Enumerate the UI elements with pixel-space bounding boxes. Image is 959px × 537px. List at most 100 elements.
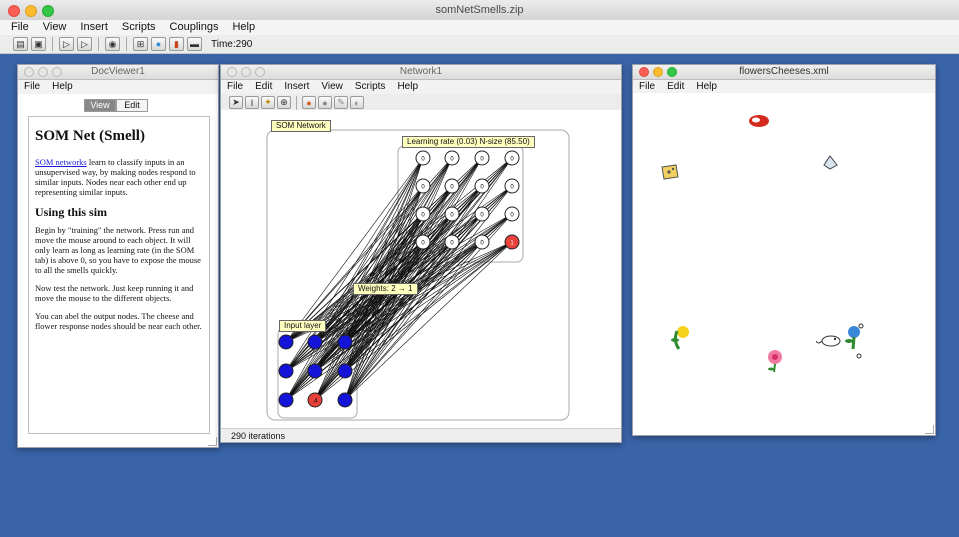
output-node[interactable]: 0: [474, 150, 490, 166]
network-menubar: File Edit Insert View Scripts Help: [221, 80, 621, 94]
output-node[interactable]: 0: [415, 150, 431, 166]
menu-file[interactable]: File: [227, 80, 243, 94]
blue-flower-icon[interactable]: [843, 323, 867, 359]
weight-line: [344, 157, 424, 401]
network-title: Network1: [399, 66, 443, 77]
input-node[interactable]: [307, 334, 323, 350]
status-bar: 290 iterations: [221, 428, 621, 442]
pencil-icon[interactable]: ✎: [334, 96, 348, 109]
output-node[interactable]: 0: [415, 234, 431, 250]
zoom-icon[interactable]: ⊕: [277, 96, 291, 109]
som-networks-link[interactable]: SOM networks: [35, 157, 87, 167]
time-readout: Time:290: [211, 38, 253, 50]
tab-edit[interactable]: Edit: [116, 99, 148, 112]
text-cursor-icon[interactable]: I: [245, 96, 259, 109]
network-canvas[interactable]: 0 0 0 0 0 0 0 0 0 0 0 0 0 0 0 1.4 SOM Network Learning …: [221, 110, 621, 428]
menu-view[interactable]: View: [321, 80, 343, 94]
menu-edit[interactable]: Edit: [255, 80, 272, 94]
app-toolbar: ▤ ▣ ▷ ▷ ◉ ⊞ ● ▮ ▬ Time:290: [0, 35, 959, 54]
toolbar-separator: [296, 95, 297, 110]
menu-scripts[interactable]: Scripts: [122, 20, 156, 35]
blue-cheese-icon[interactable]: [821, 153, 839, 171]
output-node[interactable]: 0: [474, 234, 490, 250]
output-node[interactable]: 0: [415, 178, 431, 194]
active-output-node[interactable]: 1: [504, 234, 520, 250]
output-node[interactable]: 0: [474, 206, 490, 222]
stop-icon[interactable]: ◉: [105, 37, 120, 51]
doc-paragraph: Now test the network. Just keep running …: [35, 283, 194, 303]
world-icon[interactable]: ●: [151, 37, 166, 51]
output-node[interactable]: 0: [444, 150, 460, 166]
menu-file[interactable]: File: [11, 20, 29, 35]
input-node[interactable]: [278, 334, 294, 350]
input-node[interactable]: [307, 363, 323, 379]
menu-help[interactable]: Help: [696, 80, 717, 94]
doc-tabs: View Edit: [84, 99, 148, 112]
menu-couplings[interactable]: Couplings: [170, 20, 219, 35]
output-node[interactable]: 0: [504, 206, 520, 222]
output-node[interactable]: 0: [444, 234, 460, 250]
menu-file[interactable]: File: [24, 80, 40, 94]
input-node[interactable]: [278, 363, 294, 379]
doc-subheading: Using this sim: [35, 205, 108, 219]
doc-heading: SOM Net (Smell): [35, 128, 145, 144]
output-node[interactable]: 0: [504, 178, 520, 194]
play-icon[interactable]: ▷: [77, 37, 92, 51]
image-icon[interactable]: ▬: [187, 37, 202, 51]
learning-rate-label[interactable]: Learning rate (0.03) N-size (85.50): [402, 136, 535, 148]
menu-view[interactable]: View: [43, 20, 67, 35]
step-icon[interactable]: ▷: [59, 37, 74, 51]
world-title: flowersCheeses.xml: [739, 66, 829, 77]
app-menubar: File View Insert Scripts Couplings Help: [0, 20, 959, 35]
app-titlebar: somNetSmells.zip: [0, 0, 959, 21]
som-network-label[interactable]: SOM Network: [271, 120, 331, 132]
toolbar-separator: [126, 37, 127, 51]
pink-flower-icon[interactable]: [765, 349, 785, 373]
output-node[interactable]: 0: [504, 150, 520, 166]
input-node[interactable]: [278, 392, 294, 408]
doc-content: SOM Net (Smell) SOM networks learn to cl…: [28, 116, 210, 434]
chart-icon[interactable]: ▮: [169, 37, 184, 51]
output-node[interactable]: 0: [474, 178, 490, 194]
menu-insert[interactable]: Insert: [284, 80, 309, 94]
weight-connections: [285, 157, 513, 401]
active-input-node[interactable]: .4: [307, 392, 323, 408]
red-cheese-icon[interactable]: [748, 113, 770, 129]
network-graph[interactable]: 0 0 0 00 0 0 00 0 0 00 0 0 1.4: [221, 110, 621, 428]
wand-icon[interactable]: ✦: [261, 96, 275, 109]
select-arrow-icon[interactable]: ➤: [229, 96, 243, 109]
weights-label[interactable]: Weights: 2 → 1: [353, 283, 418, 295]
output-node[interactable]: 0: [444, 178, 460, 194]
input-node[interactable]: [337, 363, 353, 379]
output-node[interactable]: 0: [415, 206, 431, 222]
menu-scripts[interactable]: Scripts: [355, 80, 386, 94]
yellow-cheese-icon[interactable]: [660, 163, 680, 181]
stop-icon[interactable]: ●: [318, 96, 332, 109]
mouse-agent-icon[interactable]: [816, 333, 846, 349]
input-node[interactable]: [337, 334, 353, 350]
menu-file[interactable]: File: [639, 80, 655, 94]
menu-insert[interactable]: Insert: [80, 20, 108, 35]
app-title: somNetSmells.zip: [435, 4, 524, 16]
toolbar-separator: [98, 37, 99, 51]
yellow-flower-icon[interactable]: [669, 325, 691, 351]
doc-paragraph: Begin by "training" the network. Press r…: [35, 225, 201, 275]
doc-viewer-window: DocViewer1 File Help View Edit SOM Net (…: [17, 64, 219, 448]
input-node[interactable]: [337, 392, 353, 408]
resize-handle[interactable]: [208, 437, 217, 446]
tab-view[interactable]: View: [84, 99, 116, 112]
resize-handle[interactable]: [925, 425, 934, 434]
output-node[interactable]: 0: [444, 206, 460, 222]
menu-edit[interactable]: Edit: [667, 80, 684, 94]
menu-help[interactable]: Help: [397, 80, 418, 94]
menu-help[interactable]: Help: [232, 20, 255, 35]
menu-help[interactable]: Help: [52, 80, 73, 94]
doc-paragraph-intro: SOM networks learn to classify inputs in…: [35, 157, 203, 197]
iterate-icon[interactable]: ●: [302, 96, 316, 109]
open-icon[interactable]: ▤: [13, 37, 28, 51]
odor-world-canvas[interactable]: [633, 93, 934, 434]
network-icon[interactable]: ⊞: [133, 37, 148, 51]
input-layer-label[interactable]: Input layer: [279, 320, 327, 332]
clear-icon[interactable]: ◐: [350, 96, 364, 109]
save-icon[interactable]: ▣: [31, 37, 46, 51]
